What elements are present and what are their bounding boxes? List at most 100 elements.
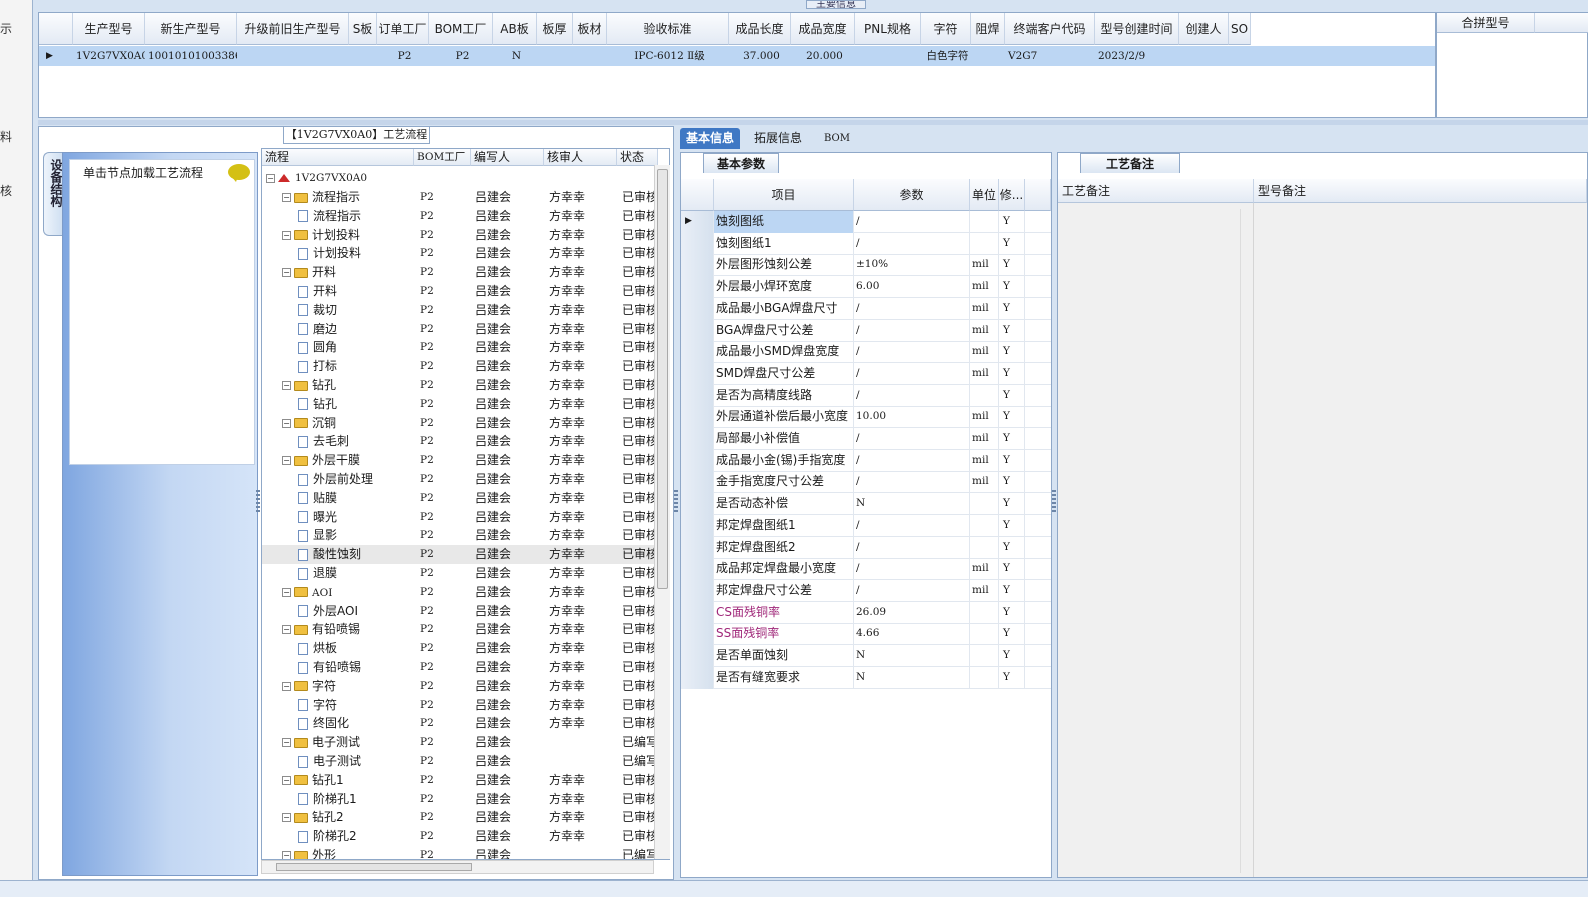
tree-header-1[interactable]: 流程 bbox=[262, 149, 414, 166]
tree-row[interactable]: 流程指示 P2 吕建会 方幸幸 已审核 bbox=[262, 207, 655, 226]
collapse-icon[interactable]: − bbox=[266, 173, 275, 183]
tree-node[interactable]: − 钻孔2 bbox=[282, 808, 414, 827]
tab-extended-info[interactable]: 拓展信息 bbox=[748, 128, 808, 149]
row-header[interactable] bbox=[681, 254, 714, 277]
vertical-splitter-grip[interactable] bbox=[1052, 490, 1056, 514]
param-row[interactable]: BGA焊盘尺寸公差 / mil Y bbox=[681, 319, 1051, 342]
tree-node[interactable]: 贴膜 bbox=[298, 489, 414, 508]
cell-17[interactable]: 2023/2/9 bbox=[1095, 46, 1179, 66]
param-value[interactable]: / bbox=[854, 471, 970, 494]
tree-row[interactable]: 开料 P2 吕建会 方幸幸 已审核 bbox=[262, 282, 655, 301]
tab-process-notes[interactable]: 工艺备注 bbox=[1080, 153, 1180, 173]
row-header[interactable] bbox=[681, 493, 714, 516]
vertical-splitter-grip[interactable] bbox=[256, 490, 260, 514]
horizontal-splitter[interactable] bbox=[38, 120, 1588, 125]
tree-root-row[interactable]: − 1V2G7VX0A0 bbox=[262, 169, 655, 188]
tree-node[interactable]: 计划投料 bbox=[298, 244, 414, 263]
column-header-19[interactable]: SO bbox=[1229, 13, 1251, 45]
param-row[interactable]: SMD焊盘尺寸公差 / mil Y bbox=[681, 362, 1051, 385]
tree-row[interactable]: 阶梯孔2 P2 吕建会 方幸幸 已审核 bbox=[262, 827, 655, 846]
param-row[interactable]: CS面残铜率 26.09 Y bbox=[681, 601, 1051, 624]
tree-node[interactable]: − 钻孔 bbox=[282, 376, 414, 395]
tree-row[interactable]: 阶梯孔1 P2 吕建会 方幸幸 已审核 bbox=[262, 790, 655, 809]
param-value[interactable]: / bbox=[854, 319, 970, 342]
collapse-icon[interactable]: − bbox=[282, 456, 291, 466]
param-value[interactable]: / bbox=[854, 558, 970, 581]
cell-12[interactable]: 20.000 bbox=[791, 46, 855, 66]
tree-header-5[interactable]: 状态 bbox=[617, 149, 658, 166]
param-value[interactable]: / bbox=[854, 536, 970, 559]
param-row[interactable]: 外层最小焊环宽度 6.00 mil Y bbox=[681, 276, 1051, 299]
tree-row[interactable]: − 电子测试 P2 吕建会 已编写 bbox=[262, 733, 655, 752]
cell-15[interactable] bbox=[971, 46, 1005, 66]
tree-row[interactable]: − 流程指示 P2 吕建会 方幸幸 已审核 bbox=[262, 188, 655, 207]
cell-9[interactable] bbox=[573, 46, 607, 66]
cell-10[interactable]: IPC-6012 Ⅱ级 bbox=[607, 46, 729, 66]
tree-vertical-scrollbar[interactable] bbox=[654, 165, 670, 859]
collapse-icon[interactable]: − bbox=[282, 681, 291, 691]
cell-13[interactable] bbox=[855, 46, 921, 66]
param-row[interactable]: 金手指宽度尺寸公差 / mil Y bbox=[681, 471, 1051, 494]
tree-node[interactable]: 字符 bbox=[298, 696, 414, 715]
tab-basic-params[interactable]: 基本参数 bbox=[703, 153, 779, 173]
tree-node[interactable]: 裁切 bbox=[298, 301, 414, 320]
column-header-2[interactable]: 新生产型号 bbox=[145, 13, 237, 45]
tree-row[interactable]: 显影 P2 吕建会 方幸幸 已审核 bbox=[262, 526, 655, 545]
param-row[interactable]: 是否单面蚀刻 N Y bbox=[681, 645, 1051, 667]
param-value[interactable]: / bbox=[854, 384, 970, 407]
tree-row[interactable]: 终固化 P2 吕建会 方幸幸 已审核 bbox=[262, 714, 655, 733]
tree-node[interactable]: 外层AOI bbox=[298, 602, 414, 621]
collapse-icon[interactable]: − bbox=[282, 587, 291, 597]
tree-node[interactable]: − 计划投料 bbox=[282, 226, 414, 245]
process-notes-text[interactable] bbox=[1058, 203, 1254, 877]
column-header-18[interactable]: 创建人 bbox=[1179, 13, 1229, 45]
tree-node[interactable]: − 流程指示 bbox=[282, 188, 414, 207]
tree-row[interactable]: − 计划投料 P2 吕建会 方幸幸 已审核 bbox=[262, 226, 655, 245]
param-row[interactable]: 是否有缝宽要求 N Y bbox=[681, 666, 1051, 689]
tree-node[interactable]: − 开料 bbox=[282, 263, 414, 282]
tree-node[interactable]: 退膜 bbox=[298, 564, 414, 583]
collapse-icon[interactable]: − bbox=[282, 193, 291, 202]
tree-row[interactable]: 磨边 P2 吕建会 方幸幸 已审核 bbox=[262, 320, 655, 339]
process-tree[interactable]: 流程 BOM工厂 编写人 核审人 状态 −1V2G7VX0A0 − 流程指示 P2 吕建会 方幸… bbox=[261, 148, 670, 860]
row-header[interactable] bbox=[681, 558, 714, 581]
param-row[interactable]: 是否动态补偿 N Y bbox=[681, 493, 1051, 516]
tree-node[interactable]: 流程指示 bbox=[298, 207, 414, 226]
param-value[interactable]: 6.00 bbox=[854, 276, 970, 299]
cell-4[interactable] bbox=[349, 46, 377, 66]
row-header[interactable] bbox=[681, 601, 714, 624]
param-value[interactable]: N bbox=[854, 645, 970, 667]
merged-model-header[interactable]: 合拼型号 bbox=[1437, 13, 1535, 33]
tree-node[interactable]: − AOI bbox=[282, 583, 414, 603]
param-row[interactable]: SS面残铜率 4.66 Y bbox=[681, 623, 1051, 646]
collapse-icon[interactable]: − bbox=[282, 813, 291, 823]
column-header-1[interactable]: 生产型号 bbox=[73, 13, 145, 45]
scroll-thumb[interactable] bbox=[276, 863, 472, 871]
tree-node[interactable]: 烘板 bbox=[298, 639, 414, 658]
tree-row[interactable]: − 字符 P2 吕建会 方幸幸 已审核 bbox=[262, 677, 655, 696]
row-header[interactable] bbox=[681, 362, 714, 385]
column-header-3[interactable]: 升级前旧生产型号 bbox=[237, 13, 349, 45]
column-header-14[interactable]: 字符 bbox=[921, 13, 971, 45]
tab-basic-info[interactable]: 基本信息 bbox=[680, 128, 741, 149]
column-header-4[interactable]: S板 bbox=[349, 13, 377, 45]
param-value[interactable]: / bbox=[854, 232, 970, 255]
tree-row[interactable]: 圆角 P2 吕建会 方幸幸 已审核 bbox=[262, 338, 655, 357]
cell-5[interactable]: P2 bbox=[377, 46, 429, 66]
row-header[interactable] bbox=[681, 319, 714, 342]
collapse-icon[interactable]: − bbox=[282, 851, 291, 859]
column-header-13[interactable]: PNL规格 bbox=[855, 13, 921, 45]
param-row[interactable]: 外层图形蚀刻公差 ±10% mil Y bbox=[681, 254, 1051, 277]
cell-14[interactable]: 白色字符 bbox=[921, 46, 971, 66]
tree-row[interactable]: 电子测试 P2 吕建会 已编写 bbox=[262, 752, 655, 771]
param-row[interactable]: 是否为高精度线路 / Y bbox=[681, 384, 1051, 407]
tree-row[interactable]: 字符 P2 吕建会 方幸幸 已审核 bbox=[262, 696, 655, 715]
column-header-11[interactable]: 成品长度 bbox=[729, 13, 791, 45]
param-header-4[interactable]: 修... bbox=[999, 179, 1025, 211]
tree-row[interactable]: − 有铅喷锡 P2 吕建会 方幸幸 已审核 bbox=[262, 620, 655, 639]
tree-header-4[interactable]: 核审人 bbox=[544, 149, 617, 166]
tree-node[interactable]: 去毛刺 bbox=[298, 432, 414, 451]
column-header-10[interactable]: 验收标准 bbox=[607, 13, 729, 45]
collapse-icon[interactable]: − bbox=[282, 775, 291, 785]
param-value[interactable]: 26.09 bbox=[854, 601, 970, 624]
